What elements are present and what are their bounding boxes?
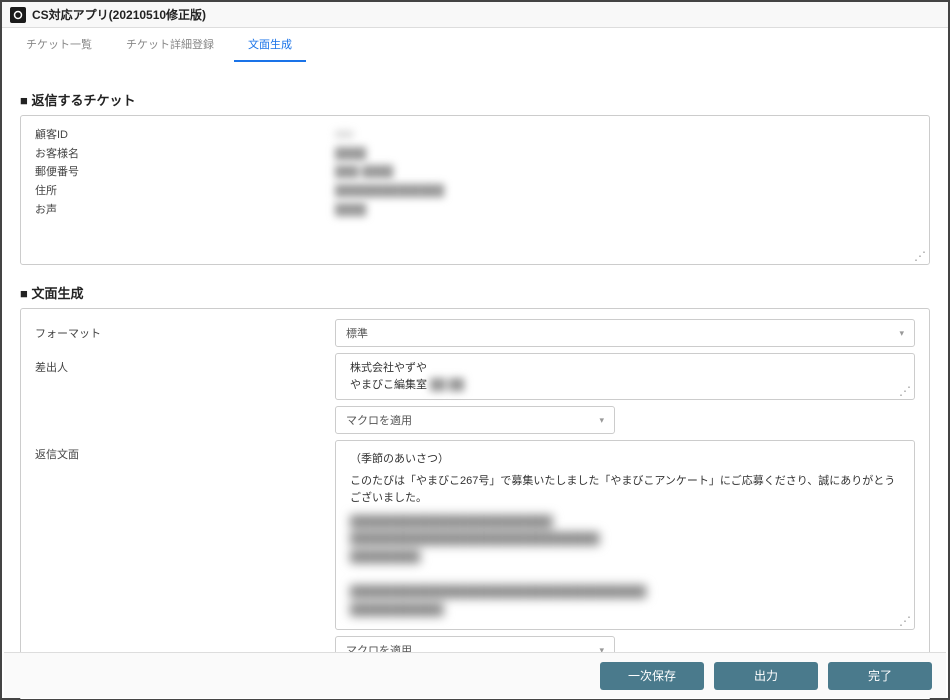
resize-handle-icon[interactable]: ⋰: [899, 387, 911, 399]
address-value: ██████████████: [335, 182, 444, 201]
reply-ticket-panel: 顧客ID 000 お客様名 ████ 郵便番号 ███-████ 住所 ████…: [20, 115, 930, 265]
address-label: 住所: [35, 182, 335, 201]
reply-body-visible: このたびは「やまびこ267号」で募集いたしました「やまびこアンケート」にご応募く…: [350, 473, 900, 508]
complete-button[interactable]: 完了: [828, 662, 932, 690]
resize-handle-icon[interactable]: ⋰: [899, 617, 911, 629]
tab-compose[interactable]: 文面生成: [234, 28, 306, 62]
sender-line2: やまびこ編集室 ██ ██: [350, 377, 900, 394]
sender-macro-select[interactable]: マクロを適用 ▾: [335, 406, 615, 434]
resize-handle-icon[interactable]: ⋰: [914, 252, 926, 264]
format-select-value: 標準: [346, 325, 368, 341]
tab-bar: チケット一覧 チケット詳細登録 文面生成: [2, 28, 948, 62]
footer-action-bar: 一次保存 出力 完了: [4, 652, 946, 698]
sender-textarea[interactable]: 株式会社やずや やまびこ編集室 ██ ██ ⋰: [335, 353, 915, 400]
postal-value: ███-████: [335, 163, 393, 182]
chevron-down-icon: ▾: [899, 328, 904, 339]
customer-id-value: 000: [335, 126, 353, 145]
app-title: CS対応アプリ(20210510修正版): [32, 6, 206, 23]
compose-panel: フォーマット 標準 ▾ 差出人 株式会社やずや やまびこ編集室 ██ ██: [20, 308, 930, 699]
save-draft-button[interactable]: 一次保存: [600, 662, 704, 690]
output-button[interactable]: 出力: [714, 662, 818, 690]
customer-id-label: 顧客ID: [35, 126, 335, 145]
reply-body-blurred: ██████████████████████████ █████████████…: [350, 514, 900, 620]
sender-label: 差出人: [35, 353, 335, 375]
app-header: CS対応アプリ(20210510修正版): [2, 2, 948, 28]
section-title-reply-ticket: 返信するチケット: [20, 90, 930, 109]
main-content: 返信するチケット 顧客ID 000 お客様名 ████ 郵便番号 ███-███…: [2, 62, 948, 699]
postal-label: 郵便番号: [35, 163, 335, 182]
format-label: フォーマット: [35, 319, 335, 341]
voice-label: お声: [35, 201, 335, 220]
sender-macro-value: マクロを適用: [346, 412, 412, 428]
reply-textarea[interactable]: （季節のあいさつ） このたびは「やまびこ267号」で募集いたしました「やまびこア…: [335, 440, 915, 630]
customer-name-value: ████: [335, 145, 366, 164]
app-logo-icon: [10, 7, 26, 23]
reply-greeting: （季節のあいさつ）: [350, 451, 900, 469]
section-title-compose: 文面生成: [20, 283, 930, 302]
customer-name-label: お客様名: [35, 145, 335, 164]
chevron-down-icon: ▾: [599, 415, 604, 426]
tab-ticket-list[interactable]: チケット一覧: [12, 28, 106, 62]
format-select[interactable]: 標準 ▾: [335, 319, 915, 347]
sender-line1: 株式会社やずや: [350, 360, 900, 377]
reply-label: 返信文面: [35, 440, 335, 462]
tab-ticket-detail[interactable]: チケット詳細登録: [112, 28, 228, 62]
voice-value: ████: [335, 201, 366, 220]
